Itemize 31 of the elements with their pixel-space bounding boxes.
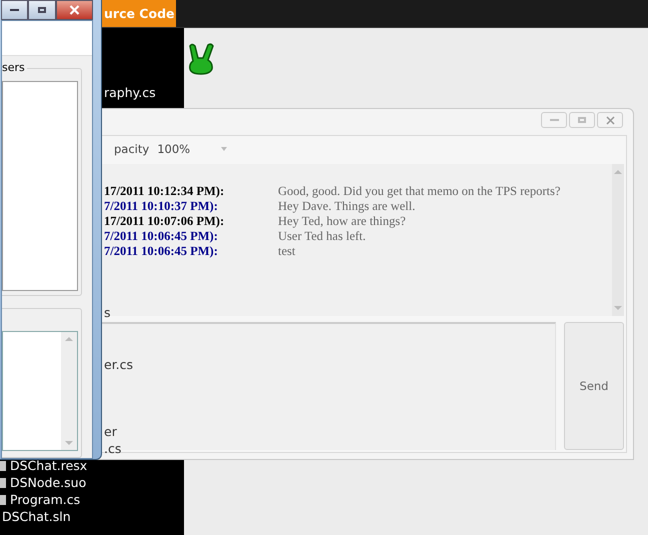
file-name[interactable]: DSNode.suo [10, 475, 86, 490]
message-text: Hey Ted, how are things? [278, 214, 406, 229]
file-name[interactable]: DSChat.resx [10, 458, 88, 473]
message-text: User Ted has left. [278, 229, 366, 244]
rabbit-icon [186, 43, 216, 75]
minimize-button[interactable] [1, 0, 28, 20]
file-name[interactable]: s [104, 305, 111, 320]
file-name[interactable]: Program.cs [10, 492, 80, 507]
file-name[interactable]: er [104, 424, 117, 439]
close-button[interactable] [56, 0, 93, 20]
file-name[interactable]: raphy.cs [104, 85, 156, 100]
message-timestamp: 7/2011 10:10:37 PM): [103, 199, 219, 214]
message-timestamp: 7/2011 10:06:45 PM): [103, 244, 219, 259]
message-text: Hey Dave. Things are well. [278, 199, 416, 214]
file-name[interactable]: er.cs [104, 357, 134, 372]
file-name[interactable]: DSChat.sln [2, 509, 71, 524]
message-text: test [278, 244, 296, 259]
message-text: Good, good. Did you get that memo on the TPS reports? [278, 184, 560, 199]
message-timestamp: 17/2011 10:12:34 PM): [103, 184, 226, 199]
message-timestamp: 7/2011 10:06:45 PM): [103, 229, 219, 244]
opacity-dropdown[interactable]: 100% [157, 142, 228, 156]
text-area[interactable] [2, 331, 78, 451]
opacity-label: pacity [114, 142, 150, 156]
message-timestamp: 17/2011 10:07:06 PM): [103, 214, 226, 229]
send-button[interactable]: Send [564, 322, 624, 450]
scrollbar[interactable] [612, 164, 624, 316]
scrollbar[interactable] [61, 332, 77, 450]
file-name[interactable]: .cs [104, 441, 122, 456]
close-icon [68, 5, 80, 15]
maximize-button[interactable] [28, 0, 56, 20]
close-icon [606, 116, 614, 124]
